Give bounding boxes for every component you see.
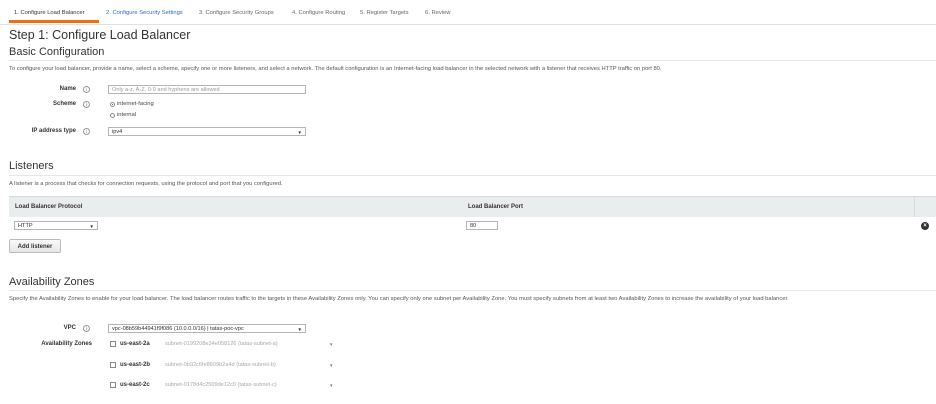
zone-us-east-2b-checkbox[interactable]: [110, 362, 116, 368]
protocol-value: HTTP: [18, 223, 33, 229]
zone-us-east-2a-checkbox[interactable]: [110, 341, 116, 347]
basic-configuration-description: To configure your load balancer, provide…: [9, 66, 662, 72]
column-separator: [914, 197, 915, 217]
vpc-info-icon[interactable]: i: [83, 325, 90, 332]
listeners-description: A listener is a process that checks for …: [9, 181, 283, 187]
zone-us-east-2b-subnet[interactable]: subnet-0b92c6fe8609b2a4d (tatas-subnet-b…: [165, 362, 276, 368]
availability-zones-description: Specify the Availability Zones to enable…: [9, 296, 789, 302]
availability-zones-heading: Availability Zones: [9, 276, 95, 288]
name-info-icon[interactable]: i: [83, 86, 90, 93]
scheme-info-icon[interactable]: i: [83, 101, 90, 108]
zone-us-east-2c-subnet[interactable]: subnet-0178d4c2509de12c0 (tatas-subnet-c…: [165, 382, 277, 388]
scheme-internet-facing-label: internet-facing: [117, 101, 154, 107]
scheme-internal-radio[interactable]: [110, 113, 115, 118]
col-header-port: Load Balancer Port: [468, 204, 524, 210]
divider: [9, 290, 936, 291]
zone-us-east-2c-label: us-east-2c: [120, 382, 150, 388]
name-input[interactable]: Only a-z, A-Z, 0-9 and hyphens are allow…: [108, 85, 306, 94]
zone-us-east-2a-label: us-east-2a: [120, 341, 150, 347]
ip-address-type-info-icon[interactable]: i: [83, 128, 90, 135]
chevron-down-icon: ▼: [297, 327, 302, 332]
tab-configure-security-groups[interactable]: 3. Configure Security Groups: [199, 10, 274, 16]
protocol-select[interactable]: HTTP ▼: [14, 221, 98, 230]
ip-address-type-select[interactable]: ipv4 ▼: [108, 127, 306, 136]
chevron-down-icon: ▼: [329, 342, 334, 347]
wizard-tabs: 1. Configure Load Balancer 2. Configure …: [0, 0, 936, 25]
ip-address-type-label: IP address type: [31, 128, 76, 134]
chevron-down-icon: ▼: [329, 383, 334, 388]
col-header-protocol: Load Balancer Protocol: [15, 204, 83, 210]
tab-configure-load-balancer[interactable]: 1. Configure Load Balancer: [14, 10, 85, 16]
chevron-down-icon: ▼: [297, 130, 302, 135]
tab-register-targets[interactable]: 5. Register Targets: [360, 10, 409, 16]
active-tab-indicator: [9, 20, 99, 23]
vpc-value: vpc-08b59b44941f9f086 (10.0.0.0/16) | ta…: [112, 326, 244, 332]
tab-configure-security-settings[interactable]: 2. Configure Security Settings: [106, 10, 183, 16]
chevron-down-icon: ▼: [329, 363, 334, 368]
name-label: Name: [59, 86, 76, 92]
scheme-internal-label: internal: [117, 112, 137, 118]
divider: [9, 60, 936, 61]
add-listener-button[interactable]: Add listener: [9, 239, 61, 253]
chevron-down-icon: ▼: [89, 224, 94, 229]
ip-address-type-value: ipv4: [112, 129, 123, 135]
tab-configure-routing[interactable]: 4. Configure Routing: [292, 10, 345, 16]
port-input[interactable]: 80: [466, 221, 498, 230]
remove-listener-icon[interactable]: ×: [921, 222, 929, 230]
listeners-table-header: Load Balancer Protocol Load Balancer Por…: [9, 196, 936, 217]
page-title: Step 1: Configure Load Balancer: [9, 28, 191, 42]
tab-review[interactable]: 6. Review: [425, 10, 450, 16]
zone-us-east-2c-checkbox[interactable]: [110, 382, 116, 388]
vpc-label: VPC: [63, 325, 76, 331]
availability-zones-label: Availability Zones: [41, 341, 92, 347]
basic-configuration-heading: Basic Configuration: [9, 46, 105, 58]
scheme-internet-facing-radio[interactable]: [110, 102, 115, 107]
vpc-select[interactable]: vpc-08b59b44941f9f086 (10.0.0.0/16) | ta…: [108, 324, 306, 333]
zone-us-east-2b-label: us-east-2b: [120, 362, 151, 368]
scheme-label: Scheme: [52, 101, 76, 107]
zone-us-east-2a-subnet[interactable]: subnet-0199208e34e058126 (tatas-subnet-a…: [165, 341, 278, 347]
listeners-heading: Listeners: [9, 160, 54, 172]
divider: [9, 175, 936, 176]
